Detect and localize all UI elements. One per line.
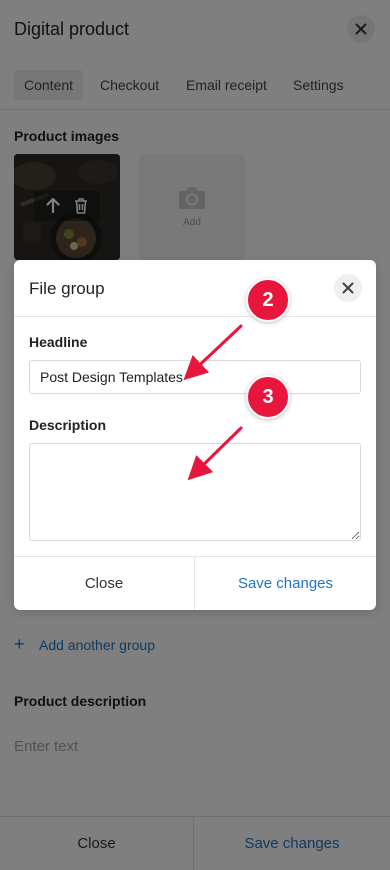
dialog-header: File group <box>14 260 376 317</box>
headline-label: Headline <box>29 334 88 350</box>
description-label: Description <box>29 417 107 433</box>
dialog-close-button[interactable] <box>334 274 362 302</box>
description-textarea[interactable] <box>29 443 361 541</box>
close-icon <box>342 282 354 294</box>
file-group-dialog: File group Headline Description Close Sa… <box>14 260 376 610</box>
annotation-marker-2: 2 <box>246 278 290 322</box>
headline-input[interactable] <box>29 360 361 394</box>
dialog-close-text-button[interactable]: Close <box>14 557 195 610</box>
dialog-footer: Close Save changes <box>14 556 376 610</box>
dialog-save-changes-button[interactable]: Save changes <box>195 557 376 610</box>
annotation-marker-3: 3 <box>246 375 290 419</box>
dialog-title: File group <box>29 279 105 298</box>
